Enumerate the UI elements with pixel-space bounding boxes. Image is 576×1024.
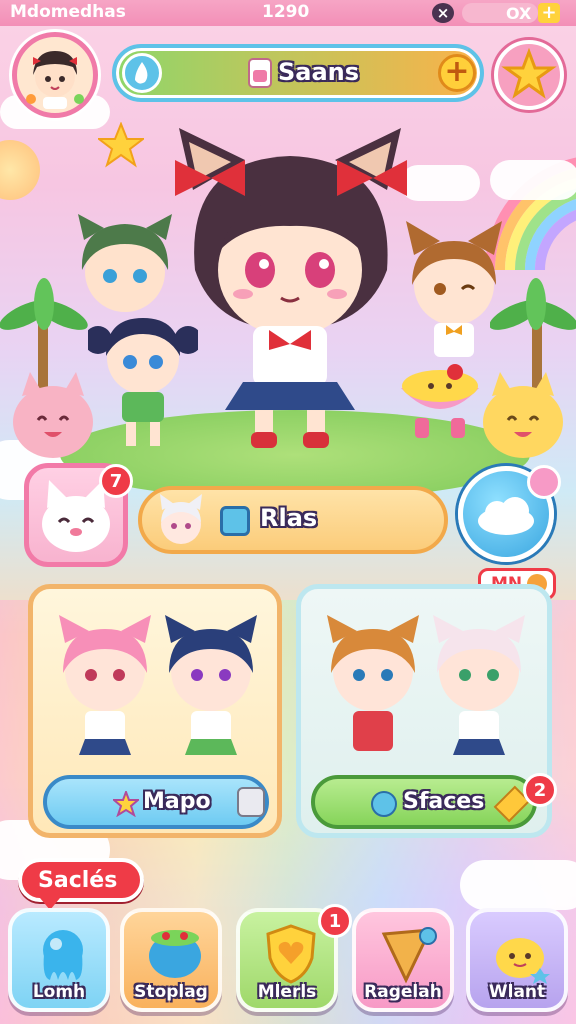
favorites-button[interactable] [494,40,564,110]
cloud-action-button[interactable] [458,465,561,562]
heart-shield-icon [266,924,316,984]
speech-tag-label: Saclés [38,868,118,893]
star-gem-icon [113,791,139,817]
cup-icon [220,506,250,536]
yellow-cat-creature [483,372,563,458]
team-card-left[interactable]: Mapo [28,584,282,838]
nav-stoplag[interactable]: Stoplag [120,908,222,1012]
currency-label: Saans [278,58,360,86]
sfaces-button[interactable]: Sfaces [311,775,537,829]
close-icon[interactable]: × [432,3,454,23]
cloud-decoration [460,860,576,910]
currency-bar[interactable]: Saans + [112,44,484,102]
notification-badge: 7 [99,464,133,498]
nav-stoplag-label: Stoplag [134,982,208,1002]
mapo-button[interactable]: Mapo [43,775,269,829]
navy-pigtail-character [88,318,198,446]
cheese-icon [381,927,437,984]
status-bar: Mdomedhas 1290 × OX + [0,0,576,26]
nav-wlant[interactable]: Wlant [466,908,568,1012]
nav-lomh[interactable]: Lomh [8,908,110,1012]
add-currency-button[interactable]: + [438,54,476,92]
sun-decoration [0,140,40,200]
cloud-decoration [490,160,576,200]
notification-badge: 1 [318,904,352,938]
fruit-bowl-creature [401,364,479,438]
bowl-icon [149,930,201,978]
star-decoration-icon [98,122,144,168]
slime-icon [496,938,550,984]
star-icon [501,47,557,99]
nav-ragelah-label: Ragelah [364,982,442,1002]
team-card-right[interactable]: Sfaces 2 [296,584,557,838]
main-cat-girl-character [175,128,407,448]
player-avatar[interactable] [12,32,98,118]
nav-ragelah[interactable]: Ragelah [352,908,454,1012]
jelly-icon [43,930,83,980]
status-title: Mdomedhas [10,2,126,22]
orange-and-white-characters [327,615,525,755]
status-value: 1290 [262,2,310,22]
potion-icon [248,58,272,88]
cloud-badge-icon [527,465,561,499]
cat-girl-portrait-icon [160,494,202,544]
nav-lomh-label: Lomh [32,982,86,1002]
speech-tag[interactable]: Saclés [18,858,144,902]
ticket-icon [237,787,265,817]
pet-event-button[interactable]: 7 [24,463,133,567]
add-icon[interactable]: + [538,3,560,23]
nav-wlant-label: Wlant [488,982,546,1002]
nav-mlerls[interactable]: Mlerls 1 [236,904,352,1012]
bubble-icon [371,791,397,817]
avatar-portrait-icon [26,51,84,109]
water-drop-icon [122,53,162,93]
status-counter: OX [506,4,532,23]
event-banner-label: Rlas [260,504,318,532]
pink-and-navy-characters [59,615,257,755]
event-banner-button[interactable]: Rlas [138,486,448,554]
pink-cat-creature [13,372,93,458]
mapo-label: Mapo [143,789,211,814]
notification-badge: 2 [523,773,557,807]
sfaces-label: Sfaces [403,789,485,814]
brown-cat-girl-character [406,221,502,357]
nav-mlerls-label: Mlerls [257,982,317,1002]
